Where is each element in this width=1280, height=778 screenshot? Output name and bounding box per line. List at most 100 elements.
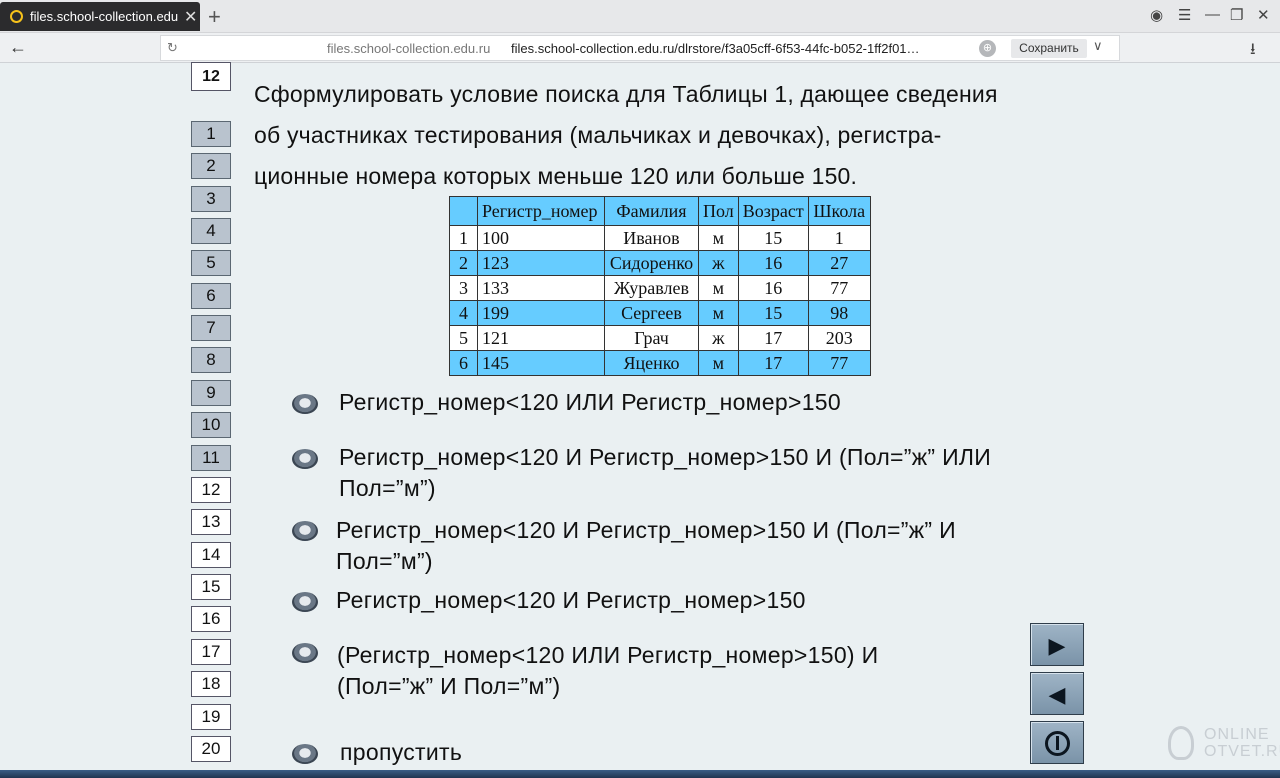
question-line-2: об участниках тестирования (мальчиках и …: [254, 122, 942, 148]
browser-tab-bar: files.school-collection.edu ✕ + ◉ ☰ — ❐ …: [0, 0, 1280, 33]
table-cell: 98: [807, 300, 871, 326]
option-1-label[interactable]: Регистр_номер<120 ИЛИ Регистр_номер>150: [339, 387, 841, 418]
table-cell: 77: [807, 275, 871, 301]
table-cell: 16: [737, 250, 809, 276]
option-4-radio[interactable]: [292, 592, 318, 612]
table-cell: Сергеев: [604, 300, 699, 326]
menu-icon[interactable]: ☰: [1178, 6, 1191, 24]
table-cell: 199: [477, 300, 605, 326]
option-2-radio[interactable]: [292, 449, 318, 469]
next-button[interactable]: ▶: [1030, 623, 1084, 666]
question-link-9[interactable]: 9: [191, 380, 231, 406]
close-window-icon[interactable]: ✕: [1257, 6, 1270, 24]
question-link-10[interactable]: 10: [191, 412, 231, 438]
table-header: [449, 196, 478, 226]
table-header: Школа: [807, 196, 871, 226]
table-cell: 145: [477, 350, 605, 376]
table-cell: 121: [477, 325, 605, 351]
page-url[interactable]: files.school-collection.edu.ru/dlrstore/…: [511, 41, 920, 56]
question-link-12[interactable]: 12: [191, 477, 231, 503]
browser-logo-icon: [10, 10, 23, 23]
table-cell: 123: [477, 250, 605, 276]
participants-table: Регистр_номер Фамилия Пол Возраст Школа …: [449, 196, 871, 376]
question-link-6[interactable]: 6: [191, 283, 231, 309]
question-link-18[interactable]: 18: [191, 671, 231, 697]
option-1-radio[interactable]: [292, 394, 318, 414]
table-cell: 5: [449, 325, 478, 351]
table-row: 6 145 Яценко м 17 77: [449, 350, 871, 376]
restore-icon[interactable]: ❐: [1230, 6, 1243, 24]
option-text: (Пол=”ж” И Пол=”м”): [337, 673, 561, 699]
skip-label[interactable]: пропустить: [340, 737, 462, 768]
table-cell: 16: [737, 275, 809, 301]
table-row: 3 133 Журавлев м 16 77: [449, 275, 871, 301]
save-button[interactable]: Сохранить: [1011, 39, 1087, 58]
download-icon[interactable]: ⭳: [1250, 38, 1256, 65]
option-text: Пол=”м”): [339, 475, 436, 501]
question-link-11[interactable]: 11: [191, 445, 231, 471]
table-cell: 2: [449, 250, 478, 276]
close-tab-icon[interactable]: ✕: [184, 7, 197, 27]
question-link-20[interactable]: 20: [191, 736, 231, 762]
table-header: Фамилия: [604, 196, 699, 226]
option-text: Регистр_номер<120 И Регистр_номер>150 И …: [339, 444, 992, 470]
option-3-label[interactable]: Регистр_номер<120 И Регистр_номер>150 И …: [336, 515, 956, 577]
play-right-icon: ▶: [1048, 633, 1066, 658]
question-link-5[interactable]: 5: [191, 250, 231, 276]
table-cell: 133: [477, 275, 605, 301]
current-question-number: 12: [191, 62, 231, 91]
option-3-radio[interactable]: [292, 521, 318, 541]
table-cell: м: [698, 275, 739, 301]
question-link-2[interactable]: 2: [191, 153, 231, 179]
table-cell: 15: [737, 225, 809, 251]
table-cell: 1: [449, 225, 478, 251]
table-cell: 1: [807, 225, 871, 251]
option-4-label[interactable]: Регистр_номер<120 И Регистр_номер>150: [336, 585, 806, 616]
reader-mode-icon[interactable]: ⊕: [979, 40, 996, 57]
new-tab-icon[interactable]: +: [208, 4, 221, 30]
table-row: 1 100 Иванов м 15 1: [449, 225, 871, 251]
option-5-radio[interactable]: [292, 643, 318, 663]
table-cell: 6: [449, 350, 478, 376]
table-cell: 17: [737, 350, 809, 376]
reload-icon[interactable]: ↻: [167, 40, 178, 56]
browser-tab[interactable]: files.school-collection.edu ✕: [0, 2, 200, 31]
profile-icon[interactable]: ◉: [1150, 6, 1163, 24]
power-icon: [1031, 722, 1083, 763]
question-link-7[interactable]: 7: [191, 315, 231, 341]
question-link-1[interactable]: 1: [191, 121, 231, 147]
back-icon[interactable]: ←: [9, 37, 27, 58]
watermark-line-2: OTVET.RU: [1204, 743, 1280, 760]
question-link-17[interactable]: 17: [191, 639, 231, 665]
skip-radio[interactable]: [292, 744, 318, 764]
table-header: Возраст: [737, 196, 809, 226]
question-link-16[interactable]: 16: [191, 606, 231, 632]
minimize-icon[interactable]: —: [1205, 6, 1220, 23]
chevron-down-icon[interactable]: ∨: [1093, 38, 1103, 54]
question-link-14[interactable]: 14: [191, 542, 231, 568]
option-5-label[interactable]: (Регистр_номер<120 ИЛИ Регистр_номер>150…: [337, 640, 878, 702]
option-2-label[interactable]: Регистр_номер<120 И Регистр_номер>150 И …: [339, 442, 991, 504]
table-cell: м: [698, 225, 739, 251]
lightbulb-icon: [1168, 726, 1194, 760]
address-field[interactable]: ↻ files.school-collection.edu.ru files.s…: [160, 35, 1120, 61]
table-cell: Грач: [604, 325, 699, 351]
table-cell: Журавлев: [604, 275, 699, 301]
table-cell: Яценко: [604, 350, 699, 376]
table-cell: Сидоренко: [604, 250, 699, 276]
table-cell: 77: [807, 350, 871, 376]
question-line-3: ционные номера которых меньше 120 или бо…: [254, 163, 858, 189]
question-link-13[interactable]: 13: [191, 509, 231, 535]
tab-title: files.school-collection.edu: [30, 9, 178, 24]
question-link-8[interactable]: 8: [191, 347, 231, 373]
question-link-3[interactable]: 3: [191, 186, 231, 212]
option-text: (Регистр_номер<120 ИЛИ Регистр_номер>150…: [337, 642, 879, 668]
table-row: 5 121 Грач ж 17 203: [449, 325, 871, 351]
previous-button[interactable]: ◀: [1030, 672, 1084, 715]
table-cell: 27: [807, 250, 871, 276]
exit-button[interactable]: [1030, 721, 1084, 764]
question-link-15[interactable]: 15: [191, 574, 231, 600]
question-link-19[interactable]: 19: [191, 704, 231, 730]
table-cell: ж: [698, 250, 739, 276]
question-link-4[interactable]: 4: [191, 218, 231, 244]
